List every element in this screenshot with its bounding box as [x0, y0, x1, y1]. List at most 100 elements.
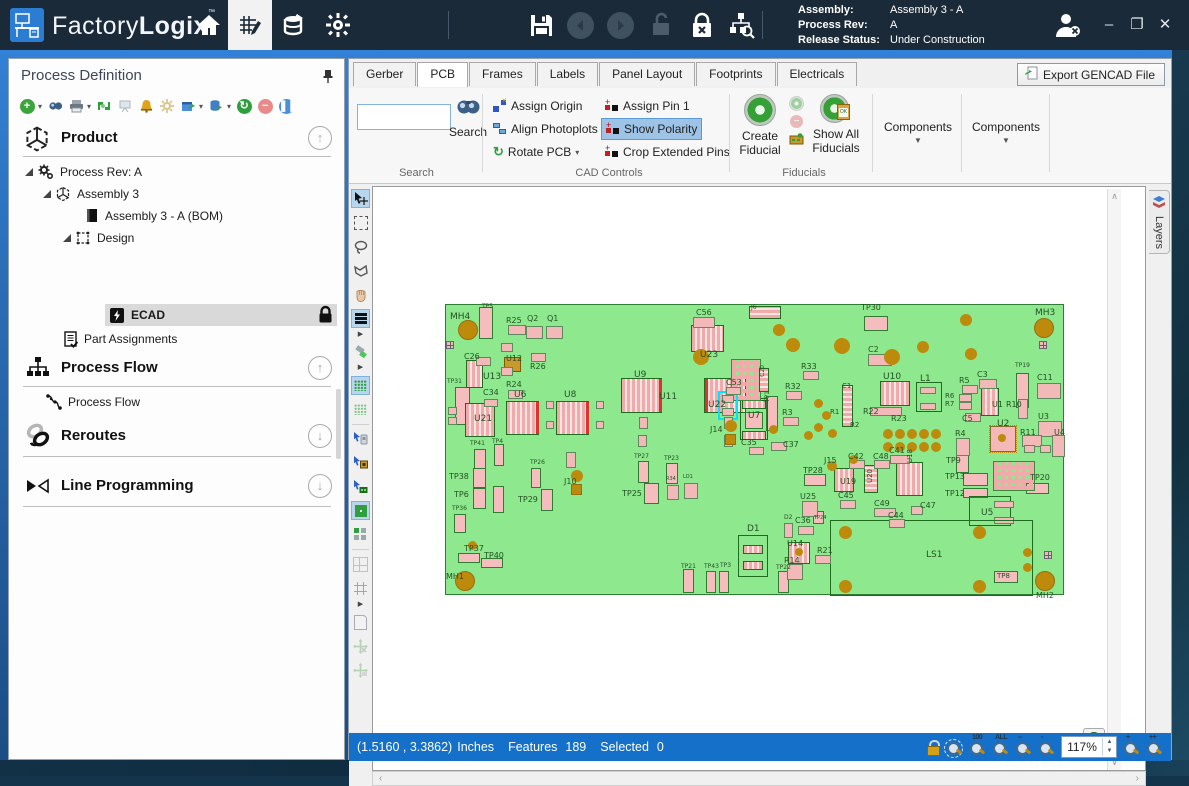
tab-panel-layout[interactable]: Panel Layout — [599, 62, 695, 86]
select-device-tool[interactable] — [351, 429, 370, 448]
process-search-icon[interactable] — [722, 0, 760, 50]
expander-icon[interactable] — [63, 234, 71, 242]
tab-frames[interactable]: Frames — [469, 62, 536, 86]
pcb-ic[interactable] — [742, 400, 766, 409]
maximize-button[interactable]: ❐ — [1124, 14, 1150, 36]
pcb-canvas[interactable]: MH4TP5R25Q2Q1C26U12R26R24TP31U13C34U6U8U… — [372, 186, 1146, 771]
pcb-pad[interactable] — [959, 394, 972, 402]
pcb-tp[interactable] — [454, 514, 466, 533]
product-section-header[interactable]: Product ↑ — [9, 123, 344, 153]
pcb-pad[interactable] — [1052, 435, 1065, 457]
pcb-ic[interactable] — [743, 545, 763, 554]
pcb-tp[interactable] — [493, 486, 504, 513]
fiducial-board-icon[interactable] — [789, 132, 804, 150]
zoom-out-icon[interactable]: - — [1038, 738, 1055, 756]
process-definition-tool-icon[interactable] — [228, 0, 272, 50]
pcb-pad[interactable] — [566, 452, 576, 468]
pcb-pad[interactable] — [684, 483, 698, 499]
tab-labels[interactable]: Labels — [537, 62, 598, 86]
pcb-pad[interactable] — [501, 367, 513, 376]
pcb-pad[interactable] — [546, 421, 554, 429]
expand-down-icon[interactable]: ↓ — [308, 474, 332, 498]
materials-icon[interactable] — [276, 0, 312, 50]
pcb-grid[interactable] — [993, 461, 1035, 491]
pcb-tp[interactable] — [494, 444, 504, 466]
pcb-box[interactable] — [738, 535, 768, 577]
pcb-pad[interactable] — [531, 353, 546, 362]
grid-gray-tool[interactable] — [351, 579, 370, 598]
pcb-tp[interactable] — [683, 569, 694, 593]
pcb-pad[interactable] — [596, 421, 604, 429]
pcb-pad[interactable] — [920, 387, 936, 394]
pcb-tp[interactable] — [473, 468, 486, 488]
grid-dots-light-tool[interactable] — [351, 400, 370, 419]
sheet-tool[interactable] — [351, 613, 370, 632]
component-view-tool[interactable] — [351, 501, 370, 520]
home-icon[interactable] — [192, 0, 226, 50]
search-input[interactable] — [357, 104, 451, 130]
pcb-ic[interactable] — [556, 401, 589, 435]
pcb-pad[interactable] — [786, 391, 802, 400]
grid-green-tool[interactable] — [351, 555, 370, 574]
marquee-select-tool[interactable] — [351, 213, 370, 232]
collapse-up-icon[interactable]: ↑ — [308, 356, 332, 380]
pcb-pad[interactable] — [749, 447, 764, 455]
pcb-tp[interactable] — [864, 316, 888, 331]
crop-extended-pins-button[interactable]: + Crop Extended Pins — [601, 142, 734, 162]
zoom-100-icon[interactable]: 100 — [969, 738, 986, 756]
pcb-pad[interactable] — [815, 555, 831, 564]
pcb-pad[interactable] — [726, 387, 741, 395]
tree-item-part-assignments[interactable]: Part Assignments — [63, 329, 177, 349]
tree-item-bom[interactable]: Assembly 3 - A (BOM) — [85, 206, 223, 226]
pcb-hole[interactable] — [1035, 571, 1055, 591]
pcb-hole[interactable] — [458, 320, 478, 340]
close-button[interactable]: ✕ — [1152, 14, 1178, 36]
pcb-ic[interactable] — [880, 381, 910, 406]
minimize-button[interactable]: – — [1096, 14, 1122, 36]
pcb-tp[interactable] — [719, 571, 729, 593]
pcb-ic[interactable] — [506, 401, 539, 435]
lock-revision-icon[interactable] — [684, 0, 720, 50]
pcb-pad[interactable] — [920, 403, 936, 410]
pcb-conn[interactable] — [725, 434, 736, 445]
flyout-arrow-icon[interactable]: ▶ — [351, 599, 370, 609]
spinner-arrows-icon[interactable]: ▲▼ — [1102, 738, 1116, 756]
tree-item-assembly[interactable]: Assembly 3 — [43, 184, 139, 204]
rotate-pcb-button[interactable]: ↻ Rotate PCB▾ — [489, 142, 583, 162]
pcb-pad[interactable] — [1040, 445, 1051, 453]
flyout-arrow-icon[interactable]: ▶ — [351, 329, 370, 339]
pcb-board[interactable]: MH4TP5R25Q2Q1C26U12R26R24TP31U13C34U6U8U… — [445, 304, 1064, 595]
highlight-tool[interactable] — [351, 342, 370, 361]
pcb-ic[interactable] — [691, 325, 724, 352]
polygon-select-tool[interactable] — [351, 261, 370, 280]
remove-fiducial-icon[interactable]: − — [790, 115, 803, 128]
pcb-pad[interactable] — [546, 401, 554, 409]
back-icon[interactable] — [562, 0, 598, 50]
layers-stack-tool[interactable] — [351, 309, 370, 328]
align-photoplots-button[interactable]: Align Photoplots — [489, 119, 602, 139]
pcb-ic[interactable] — [896, 462, 923, 496]
show-polarity-button[interactable]: + Show Polarity — [601, 118, 702, 140]
add-icon[interactable]: + — [19, 98, 35, 114]
pcb-tp[interactable] — [541, 489, 553, 511]
select-component-tool[interactable] — [351, 453, 370, 472]
process-flow-section-header[interactable]: Process Flow ↑ — [9, 353, 344, 383]
pcb-pad[interactable] — [546, 326, 563, 339]
pcb-pad[interactable] — [667, 485, 679, 500]
line-programming-section-header[interactable]: Line Programming ↓ — [9, 471, 344, 501]
tab-footprints[interactable]: Footprints — [696, 62, 775, 86]
pcb-pad[interactable] — [484, 399, 498, 407]
unlock-icon[interactable] — [644, 0, 678, 50]
presentation-icon[interactable] — [117, 98, 133, 114]
pcb-pad[interactable] — [962, 385, 978, 394]
pcb-tp[interactable] — [638, 461, 649, 483]
bell-icon[interactable] — [138, 98, 154, 114]
zoom-window-icon[interactable] — [946, 738, 963, 756]
pcb-tp[interactable] — [458, 553, 480, 563]
pcb-pad[interactable] — [840, 500, 856, 509]
collapse-up-icon[interactable]: ↑ — [308, 126, 332, 150]
pcb-ic[interactable] — [621, 378, 662, 413]
tree-item-process-flow[interactable]: Process Flow — [45, 392, 140, 412]
flyout-arrow-icon[interactable]: ▶ — [351, 362, 370, 372]
show-all-fiducials-button[interactable]: OK Show All Fiducials — [807, 94, 865, 155]
